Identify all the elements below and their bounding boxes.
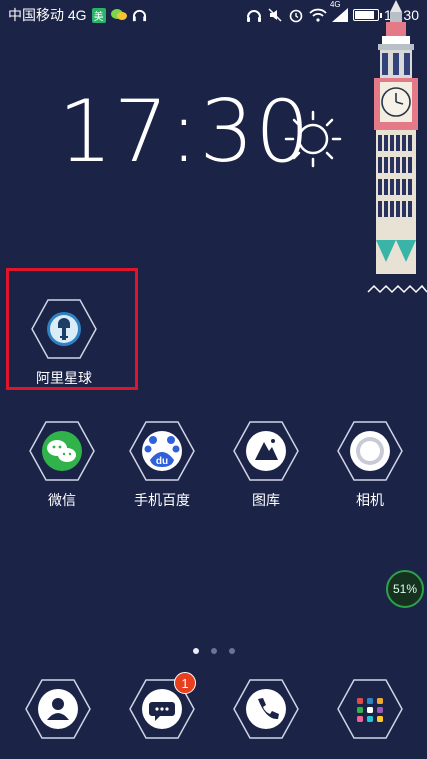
app-ali-planet[interactable]: 阿里星球: [16, 296, 112, 388]
clock-tower-illustration: [366, 0, 427, 300]
wechat-notif-icon: [110, 8, 127, 22]
memory-usage-label: 51%: [392, 582, 418, 596]
app-gallery[interactable]: 图库: [218, 418, 314, 510]
contacts-icon: [25, 676, 91, 742]
camera-icon: [337, 418, 403, 484]
app-label: 阿里星球: [36, 370, 92, 386]
carrier-label: 中国移动 4G: [8, 7, 87, 23]
clock-widget-time[interactable]: 17:30: [58, 82, 311, 182]
app-baidu[interactable]: du 手机百度: [114, 418, 210, 510]
wechat-icon: [29, 418, 95, 484]
headphone-icon: [246, 7, 262, 23]
app-camera[interactable]: 相机: [322, 418, 418, 510]
app-drawer-icon: [337, 676, 403, 742]
ali-planet-icon: [31, 296, 97, 362]
baidu-icon: du: [129, 418, 195, 484]
page-dot: [228, 648, 235, 654]
headset-icon: [132, 8, 147, 23]
dock-app-drawer[interactable]: [322, 676, 418, 742]
signal-icon: 4G: [330, 0, 348, 22]
wifi-icon: [309, 8, 327, 22]
status-bar: 中国移动 4G 美 4G 17:30: [0, 0, 427, 30]
page-indicator: [0, 648, 427, 654]
page-dot: [192, 648, 199, 654]
svg-text:du: du: [156, 456, 168, 467]
app-wechat[interactable]: 微信: [14, 418, 110, 510]
app-label: 相机: [356, 492, 384, 508]
dock-messages[interactable]: 1: [114, 672, 210, 742]
sun-icon[interactable]: [282, 108, 344, 170]
dock-phone[interactable]: [218, 676, 314, 742]
dock-contacts[interactable]: [10, 676, 106, 742]
memory-usage-badge[interactable]: 51%: [386, 570, 424, 608]
carrier-badge: 美: [91, 7, 106, 23]
network-type-label: 4G: [329, 0, 341, 9]
mute-icon: [267, 7, 283, 23]
gallery-icon: [233, 418, 299, 484]
app-label: 手机百度: [134, 492, 190, 508]
page-dot: [210, 648, 217, 654]
app-label: 图库: [252, 492, 280, 508]
phone-icon: [233, 676, 299, 742]
messages-notification-badge: 1: [174, 672, 196, 694]
app-label: 微信: [48, 492, 76, 508]
alarm-icon: [288, 7, 304, 23]
